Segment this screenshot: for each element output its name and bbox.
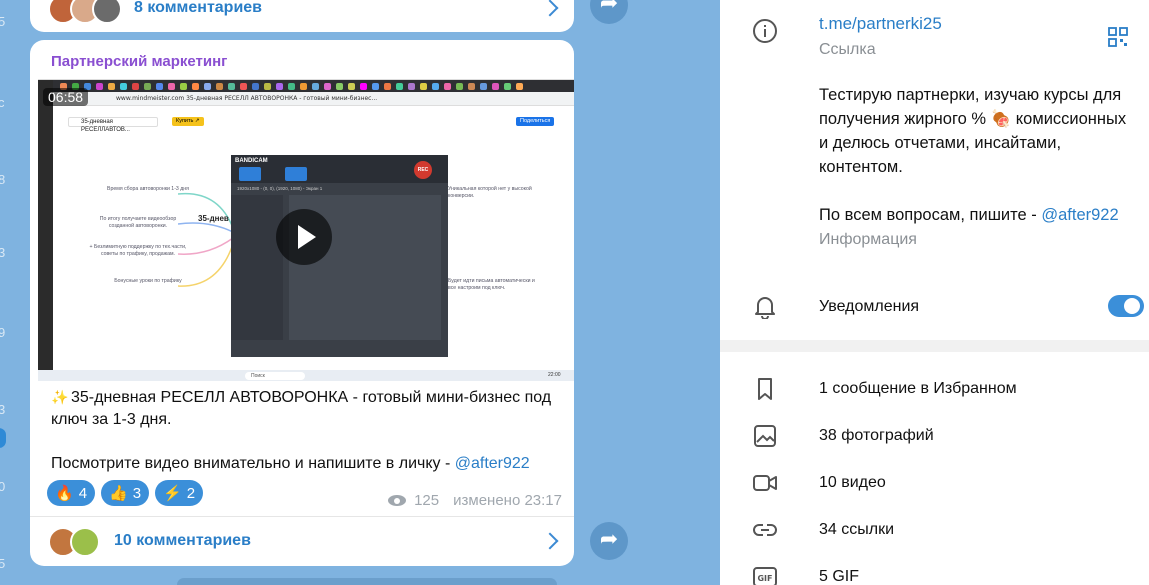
mention-link[interactable]: @after922 [455, 455, 530, 472]
gif-icon: GIF [753, 567, 777, 585]
comments-button[interactable]: 10 комментариев [30, 517, 574, 565]
edited-time: изменено 23:17 [453, 492, 562, 509]
links-count[interactable]: 34 ссылки [819, 521, 894, 539]
windows-taskbar: Поиск 22:00 [38, 370, 574, 381]
info-icon [753, 19, 777, 43]
taskbar-search: Поиск [245, 372, 305, 380]
eye-icon [388, 495, 407, 506]
fire-icon: 🔥 [55, 485, 74, 502]
comments-label: 8 комментариев [134, 0, 263, 16]
post-card: Партнерский маркетинг www.mindmeister.co… [30, 40, 574, 566]
reactions: 🔥 4 👍 3 ⚡ 2 [47, 480, 204, 506]
date-pill [177, 578, 557, 585]
sparkles-icon: ✨ [51, 389, 69, 405]
reaction-fire[interactable]: 🔥 4 [47, 480, 96, 506]
bookmark-icon [758, 378, 772, 400]
description-caption: Информация [819, 231, 917, 248]
video-icon [753, 475, 777, 491]
bell-icon [755, 297, 775, 319]
mindmap-center-node: 35-днев [198, 214, 229, 223]
mindmap-node: Уникальная которой нет у высокой конверс… [448, 186, 532, 199]
comments-button[interactable]: 8 комментариев [30, 0, 574, 32]
thumbs-up-icon: 👍 [109, 485, 128, 502]
rec-button: REC [414, 161, 432, 179]
gifs-count[interactable]: 5 GIF [819, 568, 859, 585]
edge-text: 8 [0, 172, 6, 187]
commenter-avatars [48, 0, 128, 25]
mindmap-node: Будет идти письма автоматически и все на… [448, 278, 535, 291]
edge-text: 9 [0, 325, 6, 340]
share-mindmap-button: Поделиться [516, 117, 555, 126]
browser-tabstrip [38, 80, 574, 92]
browser-address-bar: www.mindmeister.com 35-дневная РЕСЕЛЛ АВ… [38, 92, 574, 106]
buy-button: Купить ↗ [172, 117, 204, 126]
qr-code-icon[interactable] [1108, 27, 1128, 47]
lightning-icon: ⚡ [163, 485, 182, 502]
post-text-line2: Посмотрите видео внимательно и напишите … [51, 455, 455, 472]
photo-icon [754, 425, 776, 447]
contact-prefix: По всем вопросам, пишите - [819, 206, 1042, 224]
notifications-label: Уведомления [819, 298, 920, 315]
channel-info-panel: t.me/partnerki25 Ссылка Тестирую партнер… [720, 0, 1149, 585]
edge-text: 5 [0, 14, 6, 29]
reaction-count: 3 [132, 484, 142, 502]
bandicam-window: BANDICAM REC 1920x1080 - (0, 0), (1920, … [231, 155, 448, 357]
edge-text: 3 [0, 402, 6, 417]
avatar [70, 527, 100, 557]
link-icon [753, 524, 777, 536]
videos-count[interactable]: 10 видео [819, 474, 886, 492]
bandicam-header: BANDICAM REC [231, 155, 448, 183]
video-preview[interactable]: www.mindmeister.com 35-дневная РЕСЕЛЛ АВ… [38, 79, 574, 381]
post-text-line1: 35-дневная РЕСЕЛЛ АВТОВОРОНКА - готовый … [51, 389, 552, 428]
link-caption: Ссылка [819, 41, 876, 58]
mindmap-node: + Безлимитную поддержку по тех.части, со… [89, 244, 187, 257]
share-button[interactable] [590, 0, 628, 24]
post-meta: 125 изменено 23:17 [388, 492, 562, 509]
edge-text: с [0, 95, 5, 110]
avatar [92, 0, 122, 24]
comments-label: 10 комментариев [114, 532, 251, 549]
channel-description: Тестирую партнерки, изучаю курсы для пол… [819, 83, 1129, 227]
taskbar-clock: 22:00 [548, 372, 561, 378]
browser-sidebar [38, 80, 53, 370]
bandicam-sidebar [231, 195, 283, 340]
notifications-toggle[interactable] [1108, 295, 1144, 317]
view-count: 125 [414, 492, 440, 509]
post-text: ✨ 35-дневная РЕСЕЛЛ АВТОВОРОНКА - готовый… [51, 386, 561, 475]
previous-post: 8 комментариев [30, 0, 574, 32]
channel-link[interactable]: t.me/partnerki25 [819, 14, 942, 34]
chat-feed[interactable]: 5 с 8 3 9 3 0 5 8 комментариев Партнерск… [0, 0, 720, 585]
channel-name[interactable]: Партнерский маркетинг [51, 53, 227, 70]
reaction-count: 4 [78, 484, 88, 502]
photos-count[interactable]: 38 фотографий [819, 427, 934, 445]
chevron-right-icon [541, 0, 559, 17]
section-separator [720, 340, 1149, 352]
edge-text: 3 [0, 245, 6, 260]
svg-text:GIF: GIF [757, 574, 772, 583]
bandicam-resolution: 1920x1080 - (0, 0), (1920, 1080) - Экран… [237, 186, 323, 191]
contact-mention[interactable]: @after922 [1041, 206, 1118, 224]
reaction-count: 2 [186, 484, 196, 502]
chevron-right-icon [541, 532, 559, 550]
edge-text: 0 [0, 479, 6, 494]
mindmap-tab: 35-дневная РЕСЕЛЛАВТОВ... [68, 117, 158, 133]
mindmap-node: По итогу получаете видеообзор созданной … [99, 216, 177, 229]
edge-text: 5 [0, 556, 6, 571]
description-text: Тестирую партнерки, изучаю курсы для пол… [819, 86, 1127, 176]
reaction-lightning[interactable]: ⚡ 2 [155, 480, 204, 506]
mindmap-connectors [178, 192, 234, 287]
share-button[interactable] [590, 522, 628, 560]
play-button[interactable] [276, 209, 332, 265]
saved-messages-count[interactable]: 1 сообщение в Избранном [819, 380, 1017, 398]
video-timecode: 06:58 [43, 88, 89, 106]
unread-marker [0, 428, 6, 448]
bandicam-title: BANDICAM [235, 158, 268, 164]
reaction-thumbs-up[interactable]: 👍 3 [101, 480, 150, 506]
commenter-avatars [48, 524, 108, 558]
video-url: www.mindmeister.com 35-дневная РЕСЕЛЛ АВ… [116, 95, 378, 102]
